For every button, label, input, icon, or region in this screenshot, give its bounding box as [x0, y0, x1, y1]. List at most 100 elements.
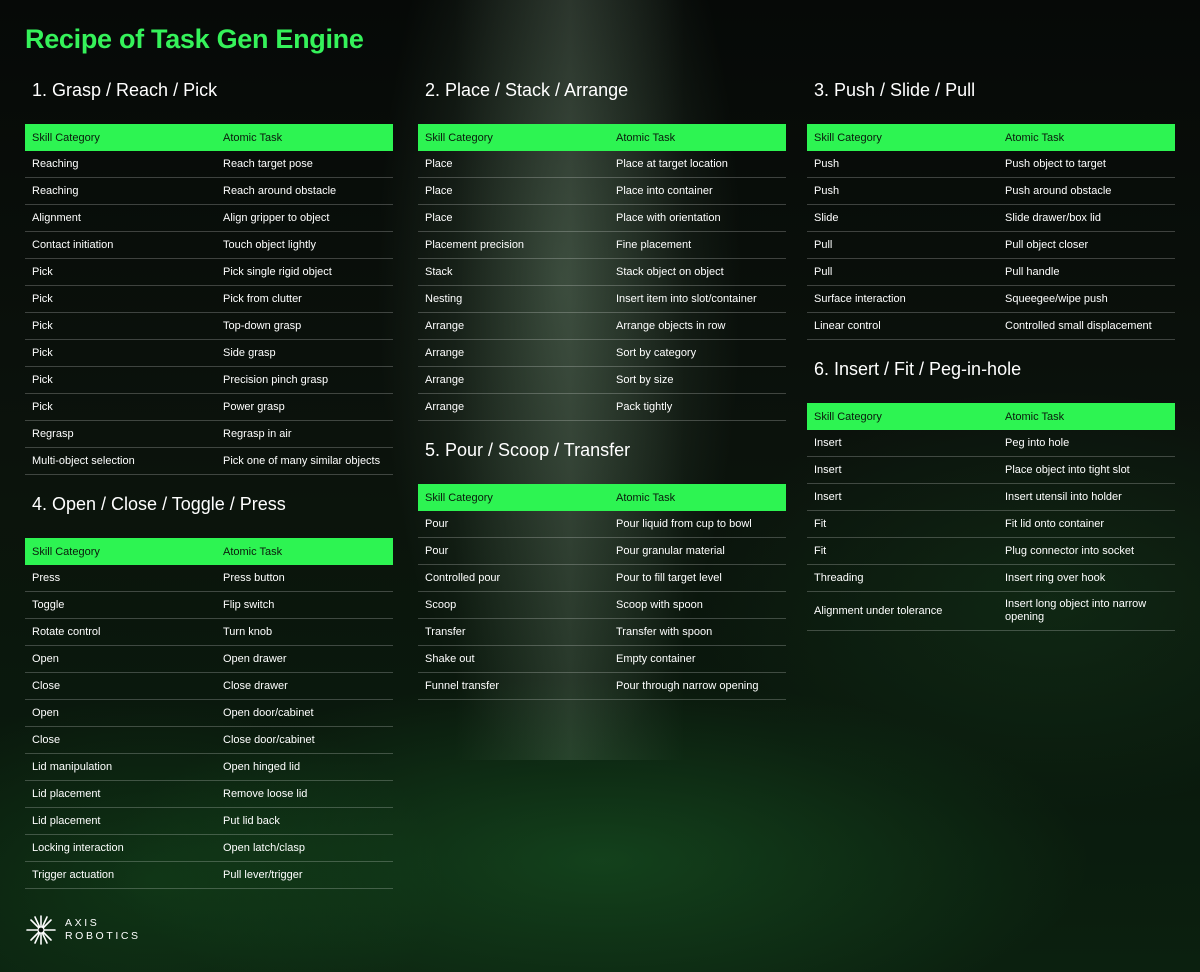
atomic-task-cell: Open drawer — [216, 645, 393, 673]
table-row: Close Close drawer — [25, 672, 393, 700]
table-row: Pick Power grasp — [25, 393, 393, 421]
skill-category-cell: Locking interaction — [25, 834, 216, 862]
header-skill-category: Skill Category — [25, 124, 216, 151]
atomic-task-cell: Squeegee/wipe push — [998, 285, 1175, 313]
skill-category-cell: Funnel transfer — [418, 672, 609, 700]
table-row: Nesting Insert item into slot/container — [418, 285, 786, 313]
table-row: Push Push object to target — [807, 151, 1175, 178]
skill-category-cell: Contact initiation — [25, 231, 216, 259]
skill-category-cell: Close — [25, 726, 216, 754]
section-grasp-reach-pick: 1. Grasp / Reach / Pick Skill Category A… — [25, 70, 393, 475]
header-skill-category: Skill Category — [418, 124, 609, 151]
task-table: Skill Category Atomic Task Place Place at… — [418, 124, 786, 421]
skill-category-cell: Rotate control — [25, 618, 216, 646]
table-row: Lid placement Put lid back — [25, 807, 393, 835]
atomic-task-cell: Align gripper to object — [216, 204, 393, 232]
skill-category-cell: Close — [25, 672, 216, 700]
skill-category-cell: Pick — [25, 312, 216, 340]
skill-category-cell: Place — [418, 177, 609, 205]
table-row: Arrange Pack tightly — [418, 393, 786, 421]
table-row: Pick Pick from clutter — [25, 285, 393, 313]
table-row: Arrange Sort by category — [418, 339, 786, 367]
skill-category-cell: Multi-object selection — [25, 447, 216, 475]
header-skill-category: Skill Category — [25, 538, 216, 565]
table-row: Fit Plug connector into socket — [807, 537, 1175, 565]
task-table: Skill Category Atomic Task Press Press bu… — [25, 538, 393, 889]
table-row: Place Place at target location — [418, 151, 786, 178]
skill-category-cell: Nesting — [418, 285, 609, 313]
atomic-task-cell: Close door/cabinet — [216, 726, 393, 754]
table-row: Slide Slide drawer/box lid — [807, 204, 1175, 232]
skill-category-cell: Push — [807, 177, 998, 205]
skill-category-cell: Lid placement — [25, 780, 216, 808]
section-heading: 1. Grasp / Reach / Pick — [32, 80, 218, 100]
table-row: Threading Insert ring over hook — [807, 564, 1175, 592]
skill-category-cell: Reaching — [25, 151, 216, 178]
table-row: Place Place with orientation — [418, 204, 786, 232]
atomic-task-cell: Insert ring over hook — [998, 564, 1175, 592]
header-atomic-task: Atomic Task — [609, 124, 786, 151]
atomic-task-cell: Open hinged lid — [216, 753, 393, 781]
table-row: Transfer Transfer with spoon — [418, 618, 786, 646]
atomic-task-cell: Insert long object into narrow opening — [998, 591, 1175, 631]
table-header-row: Skill Category Atomic Task — [418, 124, 786, 151]
skill-category-cell: Open — [25, 645, 216, 673]
atomic-task-cell: Pour liquid from cup to bowl — [609, 511, 786, 538]
skill-category-cell: Pick — [25, 393, 216, 421]
atomic-task-cell: Remove loose lid — [216, 780, 393, 808]
atomic-task-cell: Arrange objects in row — [609, 312, 786, 340]
table-header-row: Skill Category Atomic Task — [807, 403, 1175, 430]
skill-category-cell: Alignment under tolerance — [807, 591, 998, 631]
table-row: Insert Place object into tight slot — [807, 456, 1175, 484]
table-row: Shake out Empty container — [418, 645, 786, 673]
skill-category-cell: Controlled pour — [418, 564, 609, 592]
atomic-task-cell: Stack object on object — [609, 258, 786, 286]
table-header-row: Skill Category Atomic Task — [25, 538, 393, 565]
header-atomic-task: Atomic Task — [609, 484, 786, 511]
skill-category-cell: Open — [25, 699, 216, 727]
skill-category-cell: Place — [418, 151, 609, 178]
table-row: Pick Pick single rigid object — [25, 258, 393, 286]
section-heading: 2. Place / Stack / Arrange — [425, 80, 629, 100]
atomic-task-cell: Peg into hole — [998, 430, 1175, 457]
skill-category-cell: Regrasp — [25, 420, 216, 448]
skill-category-cell: Threading — [807, 564, 998, 592]
table-row: Close Close door/cabinet — [25, 726, 393, 754]
table-row: Contact initiation Touch object lightly — [25, 231, 393, 259]
atomic-task-cell: Fit lid onto container — [998, 510, 1175, 538]
atomic-task-cell: Reach target pose — [216, 151, 393, 178]
atomic-task-cell: Flip switch — [216, 591, 393, 619]
header-atomic-task: Atomic Task — [216, 124, 393, 151]
atomic-task-cell: Fine placement — [609, 231, 786, 259]
skill-category-cell: Trigger actuation — [25, 861, 216, 889]
table-row: Open Open door/cabinet — [25, 699, 393, 727]
section-heading: 3. Push / Slide / Pull — [814, 80, 976, 100]
atomic-task-cell: Insert utensil into holder — [998, 483, 1175, 511]
task-table: Skill Category Atomic Task Push Push obje… — [807, 124, 1175, 340]
atomic-task-cell: Plug connector into socket — [998, 537, 1175, 565]
skill-category-cell: Pour — [418, 537, 609, 565]
skill-category-cell: Reaching — [25, 177, 216, 205]
skill-category-cell: Pick — [25, 258, 216, 286]
skill-category-cell: Fit — [807, 537, 998, 565]
table-row: Push Push around obstacle — [807, 177, 1175, 205]
skill-category-cell: Shake out — [418, 645, 609, 673]
table-row: Pour Pour granular material — [418, 537, 786, 565]
table-row: Toggle Flip switch — [25, 591, 393, 619]
skill-category-cell: Place — [418, 204, 609, 232]
table-row: Fit Fit lid onto container — [807, 510, 1175, 538]
atomic-task-cell: Sort by size — [609, 366, 786, 394]
atomic-task-cell: Open latch/clasp — [216, 834, 393, 862]
table-row: Reaching Reach around obstacle — [25, 177, 393, 205]
table-row: Press Press button — [25, 565, 393, 592]
atomic-task-cell: Transfer with spoon — [609, 618, 786, 646]
skill-category-cell: Scoop — [418, 591, 609, 619]
table-header-row: Skill Category Atomic Task — [25, 124, 393, 151]
header-skill-category: Skill Category — [418, 484, 609, 511]
table-row: Reaching Reach target pose — [25, 151, 393, 178]
task-table: Skill Category Atomic Task Pour Pour liqu… — [418, 484, 786, 700]
section-place-stack-arrange: 2. Place / Stack / Arrange Skill Categor… — [418, 70, 786, 421]
table-row: Rotate control Turn knob — [25, 618, 393, 646]
atomic-task-cell: Place object into tight slot — [998, 456, 1175, 484]
atomic-task-cell: Place with orientation — [609, 204, 786, 232]
